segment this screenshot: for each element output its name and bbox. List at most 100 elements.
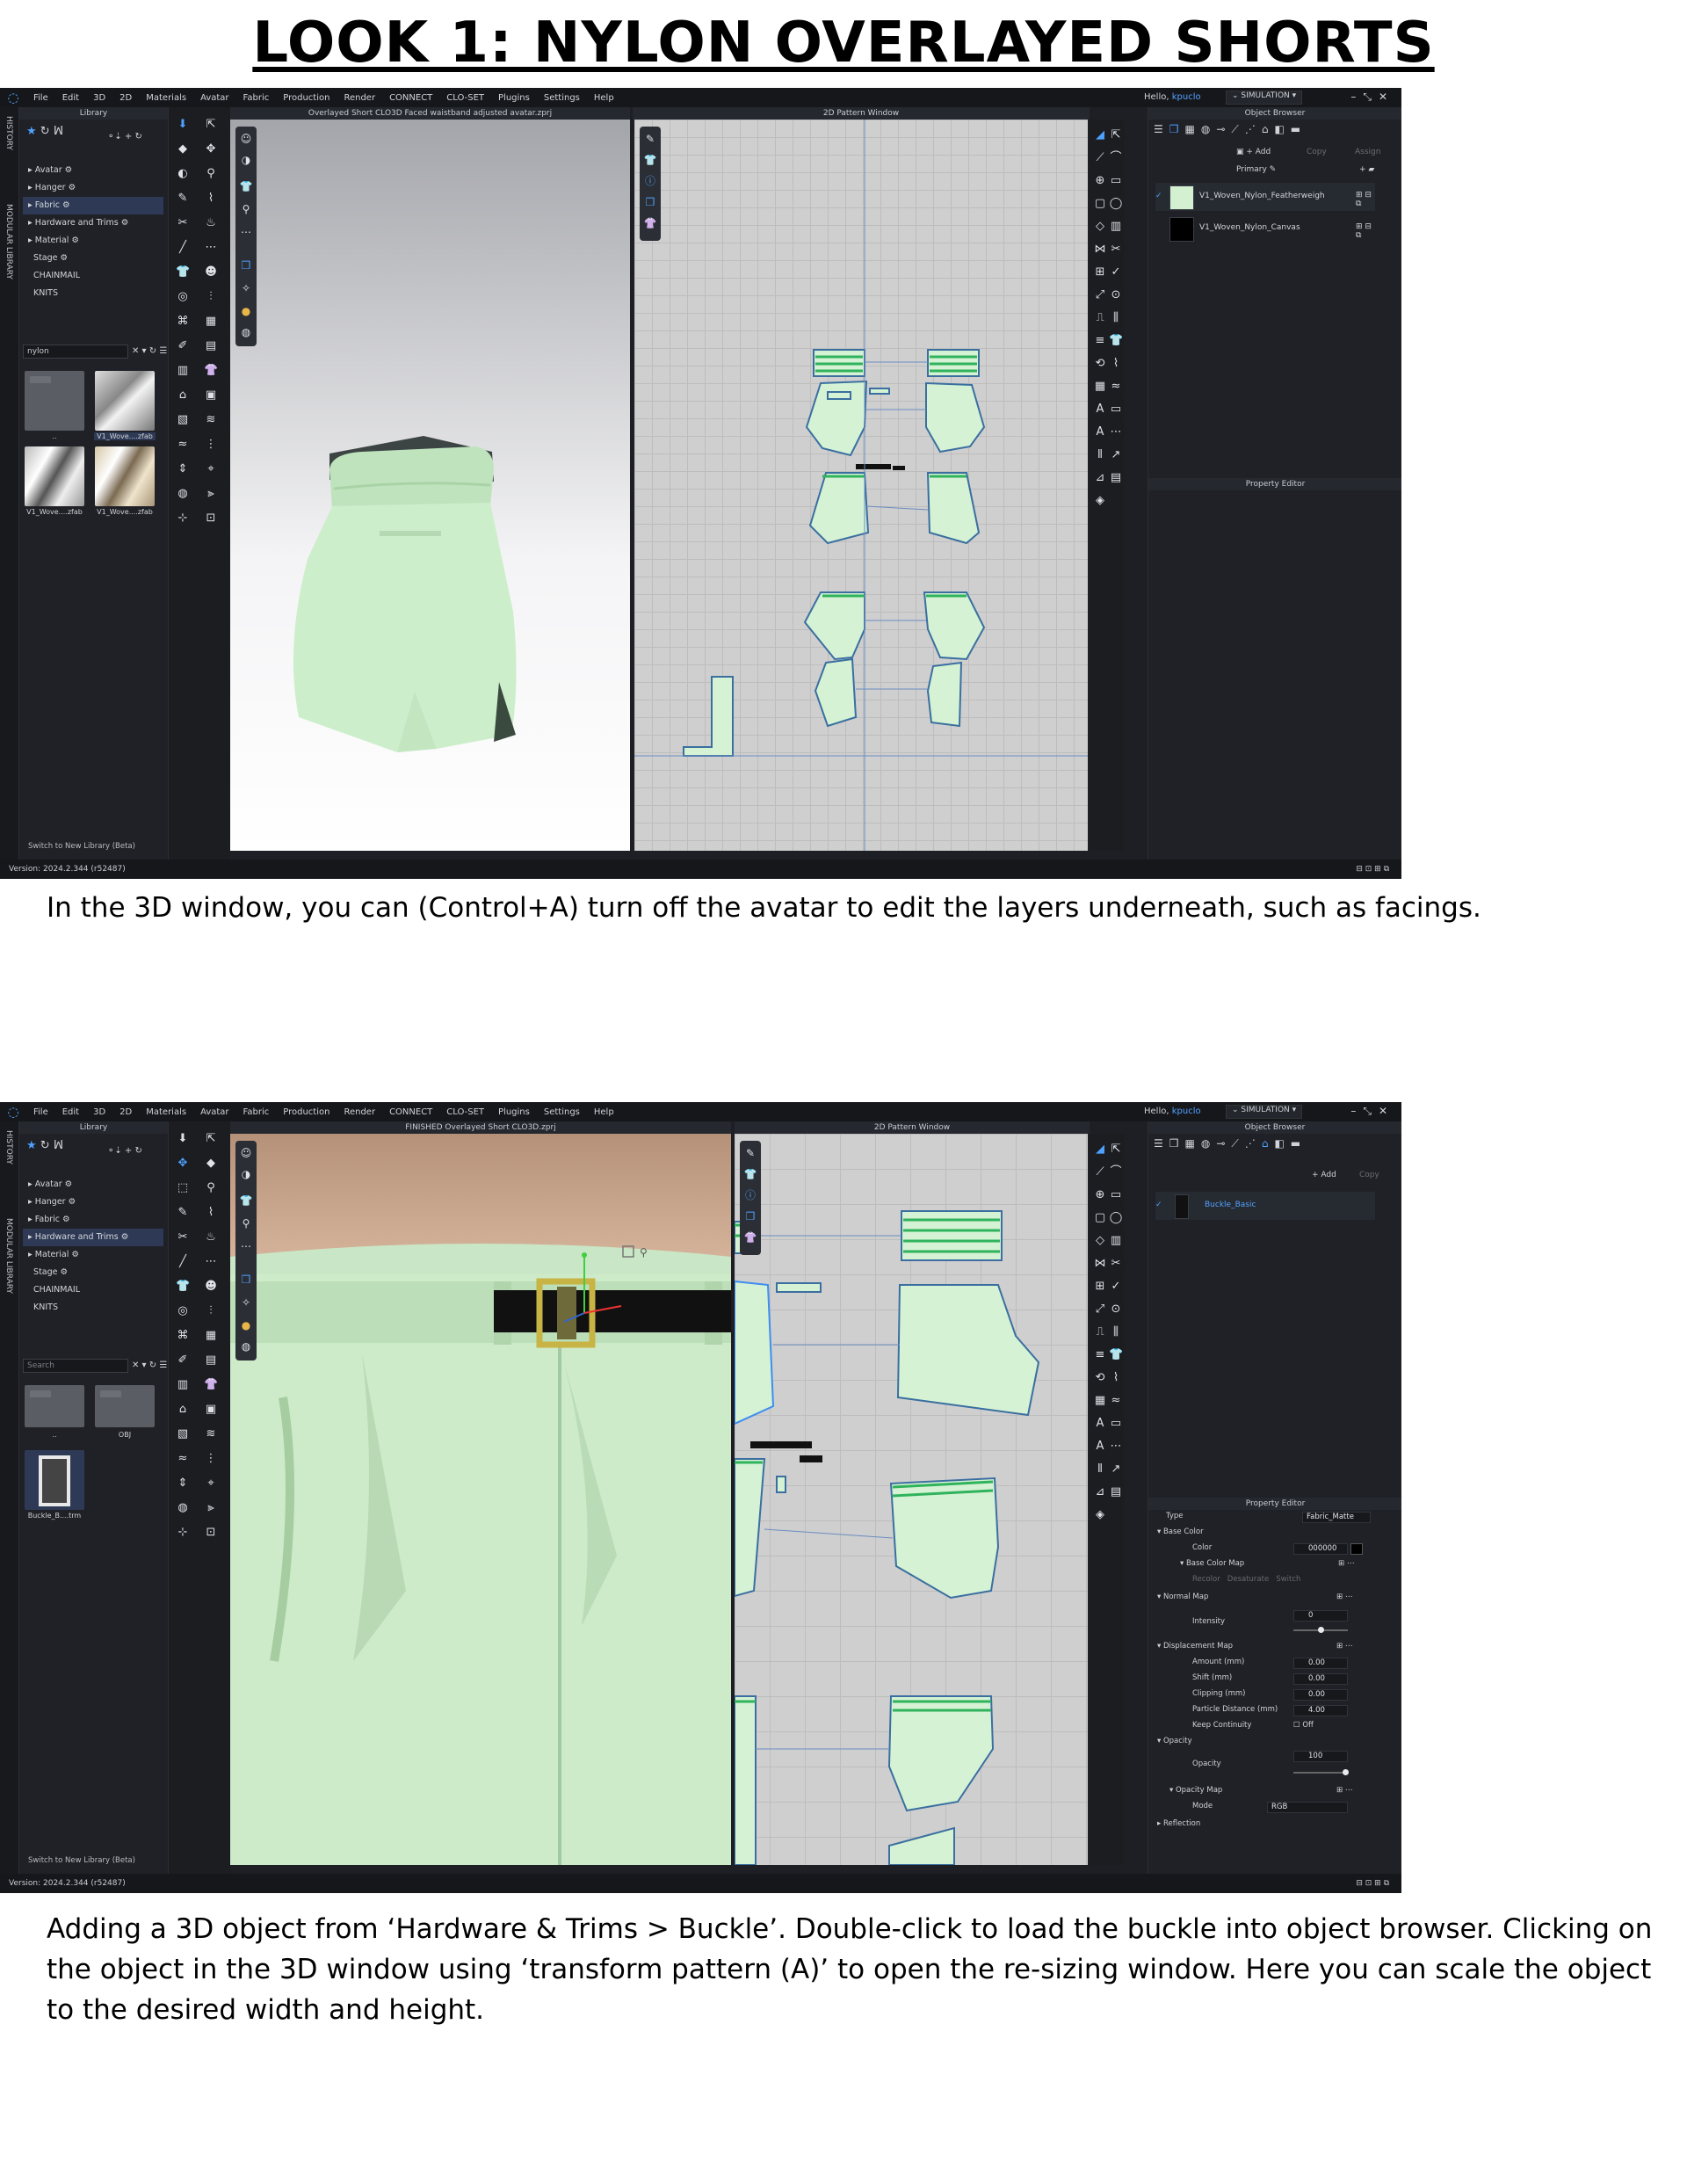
menu-materials[interactable]: Materials: [139, 1107, 193, 1117]
edit-curvature-icon[interactable]: ⌒: [1109, 1165, 1123, 1179]
tree-item-stage[interactable]: Stage ⚙: [23, 250, 163, 267]
measure-icon[interactable]: ⌇: [204, 1206, 218, 1220]
texture-icon[interactable]: ▦: [204, 315, 218, 329]
folder-up-thumb[interactable]: [25, 371, 84, 431]
tree-item-hardware-trims[interactable]: ▸ Hardware and Trims ⚙: [23, 1229, 163, 1246]
trace-icon[interactable]: ⎍: [1093, 1325, 1107, 1339]
brush-icon[interactable]: ✐: [176, 339, 190, 353]
pin-display-icon[interactable]: ⚲: [239, 1216, 253, 1230]
free-sewing-icon[interactable]: ✂: [1109, 243, 1123, 257]
button-hole-icon[interactable]: ⊙: [1109, 288, 1123, 302]
refresh-icon[interactable]: ↻: [40, 125, 50, 138]
fabric-item-featherweight[interactable]: ✓ V1_Woven_Nylon_Featherweigh ⊞ ⊟ ⧉: [1155, 183, 1375, 211]
dart-icon[interactable]: ◇: [1093, 220, 1107, 234]
intensity-input[interactable]: 0: [1293, 1610, 1348, 1622]
edit-sewing-icon[interactable]: ⟲: [1093, 1371, 1107, 1385]
select-move-icon[interactable]: ⇱: [204, 118, 218, 132]
check-sewing-icon[interactable]: ✓: [1109, 265, 1123, 279]
zipper-tab-icon[interactable]: ◧: [1274, 123, 1290, 135]
shirt-display-icon[interactable]: 👕: [239, 1194, 253, 1208]
avatar-measure-icon[interactable]: ⌖: [204, 462, 218, 476]
measure-2d-icon[interactable]: ⌇: [1109, 1371, 1123, 1385]
edit-point-icon[interactable]: ⟋: [1093, 151, 1107, 165]
library-search-input[interactable]: Search: [23, 1359, 128, 1373]
buttonhole-tab-icon[interactable]: ◍: [1201, 123, 1216, 135]
topstitch-tab-icon[interactable]: ⟋: [1231, 123, 1244, 135]
fabric-tab-icon[interactable]: ❒: [1169, 123, 1185, 135]
fold-icon[interactable]: ◐: [176, 167, 190, 181]
list-icon[interactable]: ☰: [1154, 1137, 1169, 1150]
slider-knob[interactable]: [1343, 1769, 1349, 1775]
garment-2d-icon[interactable]: 👕: [1109, 334, 1123, 348]
fabric-icon[interactable]: ❒: [743, 1209, 757, 1223]
camera-icon[interactable]: ⊡: [204, 1526, 218, 1540]
puckering-tab-icon[interactable]: ⋰: [1245, 123, 1262, 135]
user-name[interactable]: kpuclo: [1172, 92, 1201, 102]
simulation-mode-button[interactable]: ⌄ SIMULATION ▾: [1226, 1105, 1303, 1119]
menu-fabric[interactable]: Fabric: [236, 93, 277, 103]
hanger-icon[interactable]: ⌂: [176, 388, 190, 403]
shirring-icon[interactable]: ⋮: [204, 1452, 218, 1466]
menu-plugins[interactable]: Plugins: [491, 1107, 537, 1117]
texture-display-icon[interactable]: ✧: [239, 281, 253, 295]
object-item-buckle[interactable]: ✓ Buckle_Basic: [1155, 1192, 1375, 1220]
text-icon[interactable]: A: [1093, 1417, 1107, 1431]
window-controls[interactable]: –⤡✕: [1350, 1105, 1394, 1118]
snap-2d-icon[interactable]: ◈: [1093, 494, 1107, 508]
menu-avatar[interactable]: Avatar: [193, 93, 235, 103]
menu-connect[interactable]: CONNECT: [382, 1107, 439, 1117]
fabric-display-icon[interactable]: ❒: [239, 1273, 253, 1287]
assign-button[interactable]: Assign: [1355, 148, 1380, 156]
tree-item-fabric[interactable]: ▸ Fabric ⚙: [23, 197, 163, 214]
transform-pattern-icon[interactable]: ⇱: [1109, 1143, 1123, 1157]
ellipse-icon[interactable]: ◯: [1109, 197, 1123, 211]
menu-edit[interactable]: Edit: [55, 93, 86, 103]
user-name[interactable]: kpuclo: [1172, 1107, 1201, 1116]
stitch-display-icon[interactable]: ⋯: [239, 225, 253, 239]
table-icon[interactable]: ▤: [1109, 1485, 1123, 1499]
graphic-icon[interactable]: ▧: [176, 413, 190, 427]
line-icon[interactable]: ╱: [176, 241, 190, 255]
tree-item-avatar[interactable]: ▸ Avatar ⚙: [23, 1176, 163, 1194]
w-icon[interactable]: ꟽ: [54, 125, 63, 138]
edit-pattern-icon[interactable]: ◢: [1093, 1143, 1107, 1157]
camera-icon[interactable]: ⊡: [204, 512, 218, 526]
measure-2d-icon[interactable]: ⌇: [1109, 357, 1123, 371]
internal-line-icon[interactable]: ⤢: [1093, 288, 1107, 302]
menu-render[interactable]: Render: [337, 1107, 382, 1117]
menu-2d[interactable]: 2D: [112, 93, 139, 103]
map-actions-icon[interactable]: ⊞ ⋯: [1338, 1559, 1354, 1568]
arrange-icon[interactable]: ▤: [204, 1353, 218, 1368]
library-quick-icons[interactable]: ★ ↻ ꟽ: [26, 1139, 63, 1152]
menu-3d[interactable]: 3D: [86, 93, 112, 103]
symmetric-icon[interactable]: ⫼: [1109, 311, 1123, 325]
notch-icon[interactable]: ⊿: [1093, 471, 1107, 485]
layer-icon[interactable]: ▣: [204, 1403, 218, 1417]
slider-knob[interactable]: [1318, 1627, 1324, 1633]
cut-icon[interactable]: ✂: [176, 216, 190, 230]
transform-icon[interactable]: ✥: [176, 1157, 190, 1171]
2d-pattern-viewport[interactable]: ✎ 👕 ⓘ ❒ 👚: [735, 1134, 1088, 1865]
menu-file[interactable]: File: [26, 93, 55, 103]
button-icon[interactable]: ◎: [176, 1304, 190, 1318]
garment-icon[interactable]: 👕: [176, 265, 190, 279]
menu-help[interactable]: Help: [587, 1107, 621, 1117]
shirt-display-icon[interactable]: 👕: [239, 179, 253, 193]
tree-item-hardware-trims[interactable]: ▸ Hardware and Trims ⚙: [23, 214, 163, 232]
garment-display-icon[interactable]: ◑: [239, 153, 253, 167]
edit-point-icon[interactable]: ⟋: [1093, 1165, 1107, 1179]
library-search-input[interactable]: nylon: [23, 345, 128, 359]
user-greeting[interactable]: Hello, kpuclo: [1144, 1107, 1201, 1116]
add-point-icon[interactable]: ⊕: [1093, 1188, 1107, 1202]
button-tab-icon[interactable]: ▦: [1185, 1137, 1201, 1150]
fabric-thumb-3[interactable]: [95, 446, 155, 506]
snap-2d-icon[interactable]: ◈: [1093, 1508, 1107, 1522]
polygon-icon[interactable]: ▭: [1109, 1188, 1123, 1202]
zipper-icon[interactable]: ⫶: [204, 1304, 218, 1318]
keep-continuity-checkbox[interactable]: ☐ Off: [1293, 1721, 1314, 1730]
transform-pattern-icon[interactable]: ⇱: [1109, 128, 1123, 142]
pattern-pieces-zoomed[interactable]: [735, 1134, 1088, 1865]
bond-tab-icon[interactable]: ⊸: [1216, 1137, 1231, 1150]
texture-display-icon[interactable]: ✧: [239, 1295, 253, 1310]
menu-2d[interactable]: 2D: [112, 1107, 139, 1117]
